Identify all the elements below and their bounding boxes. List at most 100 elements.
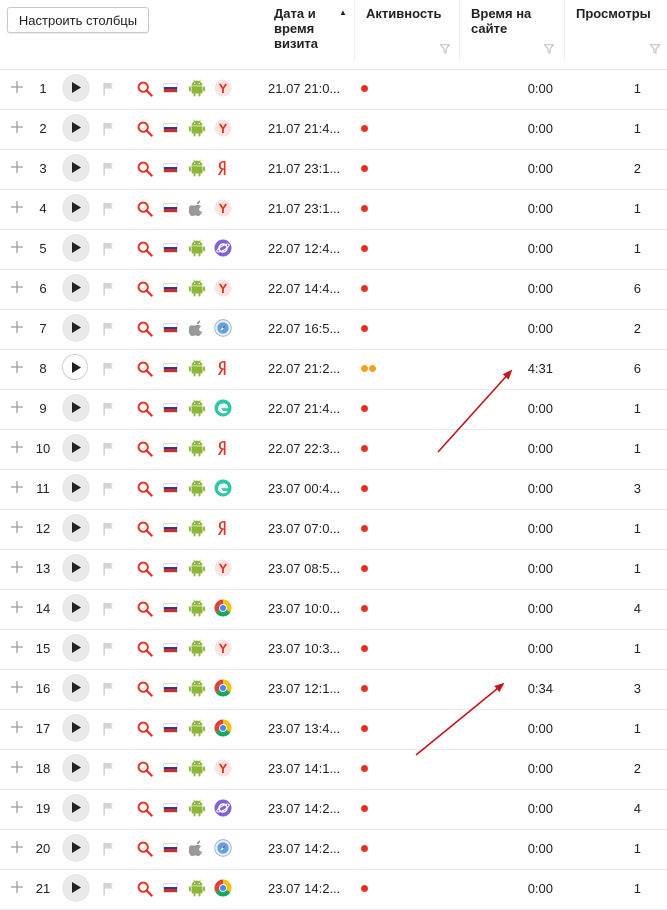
table-row[interactable]: 6 22.07 14:4... 0:00 6 xyxy=(0,270,667,310)
table-row[interactable]: 16 23.07 12:1... 0:34 3 xyxy=(0,670,667,710)
table-row[interactable]: 2 21.07 21:4... 0:00 1 xyxy=(0,110,667,150)
expand-plus-icon[interactable] xyxy=(11,801,23,813)
table-row[interactable]: 19 23.07 14:2... 0:00 4 xyxy=(0,790,667,830)
bookmark-flag-icon[interactable] xyxy=(103,82,114,99)
russia-flag-icon xyxy=(163,883,178,893)
bookmark-flag-icon[interactable] xyxy=(103,722,114,739)
bookmark-flag-icon[interactable] xyxy=(103,362,114,379)
column-header-datetime[interactable]: Дата и время визита xyxy=(274,6,318,51)
table-row[interactable]: 15 23.07 10:3... 0:00 1 xyxy=(0,630,667,670)
column-header-views[interactable]: Просмотры xyxy=(576,6,651,21)
play-visit-button[interactable] xyxy=(62,634,90,662)
expand-plus-icon[interactable] xyxy=(11,681,23,693)
table-row[interactable]: 9 22.07 21:4... 0:00 1 xyxy=(0,390,667,430)
filter-funnel-icon[interactable] xyxy=(440,44,450,54)
play-visit-button[interactable] xyxy=(62,274,90,302)
play-visit-button[interactable] xyxy=(62,874,90,902)
bookmark-flag-icon[interactable] xyxy=(103,202,114,219)
bookmark-flag-icon[interactable] xyxy=(103,762,114,779)
bookmark-flag-icon[interactable] xyxy=(103,562,114,579)
expand-plus-icon[interactable] xyxy=(11,601,23,613)
column-header-time-on-site[interactable]: Время на сайте xyxy=(471,6,531,36)
table-row[interactable]: 4 21.07 23:1... 0:00 1 xyxy=(0,190,667,230)
play-visit-button[interactable] xyxy=(62,794,90,822)
sort-ascending-icon[interactable]: ▲ xyxy=(339,8,347,17)
bookmark-flag-icon[interactable] xyxy=(103,402,114,419)
table-row[interactable]: 20 23.07 14:2... 0:00 1 xyxy=(0,830,667,870)
expand-plus-icon[interactable] xyxy=(11,161,23,173)
expand-plus-icon[interactable] xyxy=(11,361,23,373)
table-row[interactable]: 13 23.07 08:5... 0:00 1 xyxy=(0,550,667,590)
time-on-site: 0:00 xyxy=(527,761,553,776)
play-visit-button[interactable] xyxy=(62,114,90,142)
expand-plus-icon[interactable] xyxy=(11,761,23,773)
expand-plus-icon[interactable] xyxy=(11,521,23,533)
expand-plus-icon[interactable] xyxy=(11,241,23,253)
table-row[interactable]: 17 23.07 13:4... 0:00 1 xyxy=(0,710,667,750)
bookmark-flag-icon[interactable] xyxy=(103,522,114,539)
bookmark-flag-icon[interactable] xyxy=(103,842,114,859)
bookmark-flag-icon[interactable] xyxy=(103,242,114,259)
play-visit-button[interactable] xyxy=(62,514,90,542)
filter-funnel-icon[interactable] xyxy=(544,44,554,54)
filter-funnel-icon[interactable] xyxy=(650,44,660,54)
table-row[interactable]: 18 23.07 14:1... 0:00 2 xyxy=(0,750,667,790)
play-visit-button[interactable] xyxy=(62,354,88,380)
expand-plus-icon[interactable] xyxy=(11,441,23,453)
play-visit-button[interactable] xyxy=(62,194,90,222)
table-row[interactable]: 5 22.07 12:4... 0:00 1 xyxy=(0,230,667,270)
table-row[interactable]: 21 23.07 14:2... 0:00 1 xyxy=(0,870,667,910)
expand-plus-icon[interactable] xyxy=(11,641,23,653)
column-header-activity[interactable]: Активность xyxy=(366,6,441,21)
expand-plus-icon[interactable] xyxy=(11,81,23,93)
table-row[interactable]: 14 23.07 10:0... 0:00 4 xyxy=(0,590,667,630)
expand-plus-icon[interactable] xyxy=(11,401,23,413)
expand-plus-icon[interactable] xyxy=(11,121,23,133)
table-row[interactable]: 3 21.07 23:1... 0:00 2 xyxy=(0,150,667,190)
android-icon xyxy=(189,119,205,140)
expand-plus-icon[interactable] xyxy=(11,481,23,493)
configure-columns-button[interactable]: Настроить столбцы xyxy=(7,7,149,33)
play-visit-button[interactable] xyxy=(62,434,90,462)
play-visit-button[interactable] xyxy=(62,314,90,342)
bookmark-flag-icon[interactable] xyxy=(103,482,114,499)
bookmark-flag-icon[interactable] xyxy=(103,122,114,139)
play-visit-button[interactable] xyxy=(62,674,90,702)
table-row[interactable]: 1 21.07 21:0... 0:00 1 xyxy=(0,70,667,110)
bookmark-flag-icon[interactable] xyxy=(103,442,114,459)
play-visit-button[interactable] xyxy=(62,554,90,582)
play-visit-button[interactable] xyxy=(62,154,90,182)
bookmark-flag-icon[interactable] xyxy=(103,682,114,699)
expand-plus-icon[interactable] xyxy=(11,561,23,573)
russia-flag-icon xyxy=(163,563,178,573)
table-row[interactable]: 10 22.07 22:3... 0:00 1 xyxy=(0,430,667,470)
expand-plus-icon[interactable] xyxy=(11,841,23,853)
play-visit-button[interactable] xyxy=(62,754,90,782)
play-visit-button[interactable] xyxy=(62,474,90,502)
bookmark-flag-icon[interactable] xyxy=(103,602,114,619)
table-row[interactable]: 12 23.07 07:0... 0:00 1 xyxy=(0,510,667,550)
play-visit-button[interactable] xyxy=(62,394,90,422)
bookmark-flag-icon[interactable] xyxy=(103,882,114,899)
expand-plus-icon[interactable] xyxy=(11,201,23,213)
table-row[interactable]: 7 22.07 16:5... 0:00 2 xyxy=(0,310,667,350)
play-visit-button[interactable] xyxy=(62,74,90,102)
play-visit-button[interactable] xyxy=(62,594,90,622)
play-visit-button[interactable] xyxy=(62,234,90,262)
expand-plus-icon[interactable] xyxy=(11,281,23,293)
bookmark-flag-icon[interactable] xyxy=(103,802,114,819)
android-icon xyxy=(189,679,205,700)
bookmark-flag-icon[interactable] xyxy=(103,282,114,299)
activity-dot xyxy=(361,445,368,452)
bookmark-flag-icon[interactable] xyxy=(103,162,114,179)
expand-plus-icon[interactable] xyxy=(11,721,23,733)
activity-dot xyxy=(361,565,368,572)
play-visit-button[interactable] xyxy=(62,714,90,742)
play-visit-button[interactable] xyxy=(62,834,90,862)
bookmark-flag-icon[interactable] xyxy=(103,642,114,659)
table-row[interactable]: 11 23.07 00:4... 0:00 3 xyxy=(0,470,667,510)
table-row[interactable]: 8 22.07 21:2... 4:31 6 xyxy=(0,350,667,390)
expand-plus-icon[interactable] xyxy=(11,321,23,333)
bookmark-flag-icon[interactable] xyxy=(103,322,114,339)
expand-plus-icon[interactable] xyxy=(11,881,23,893)
